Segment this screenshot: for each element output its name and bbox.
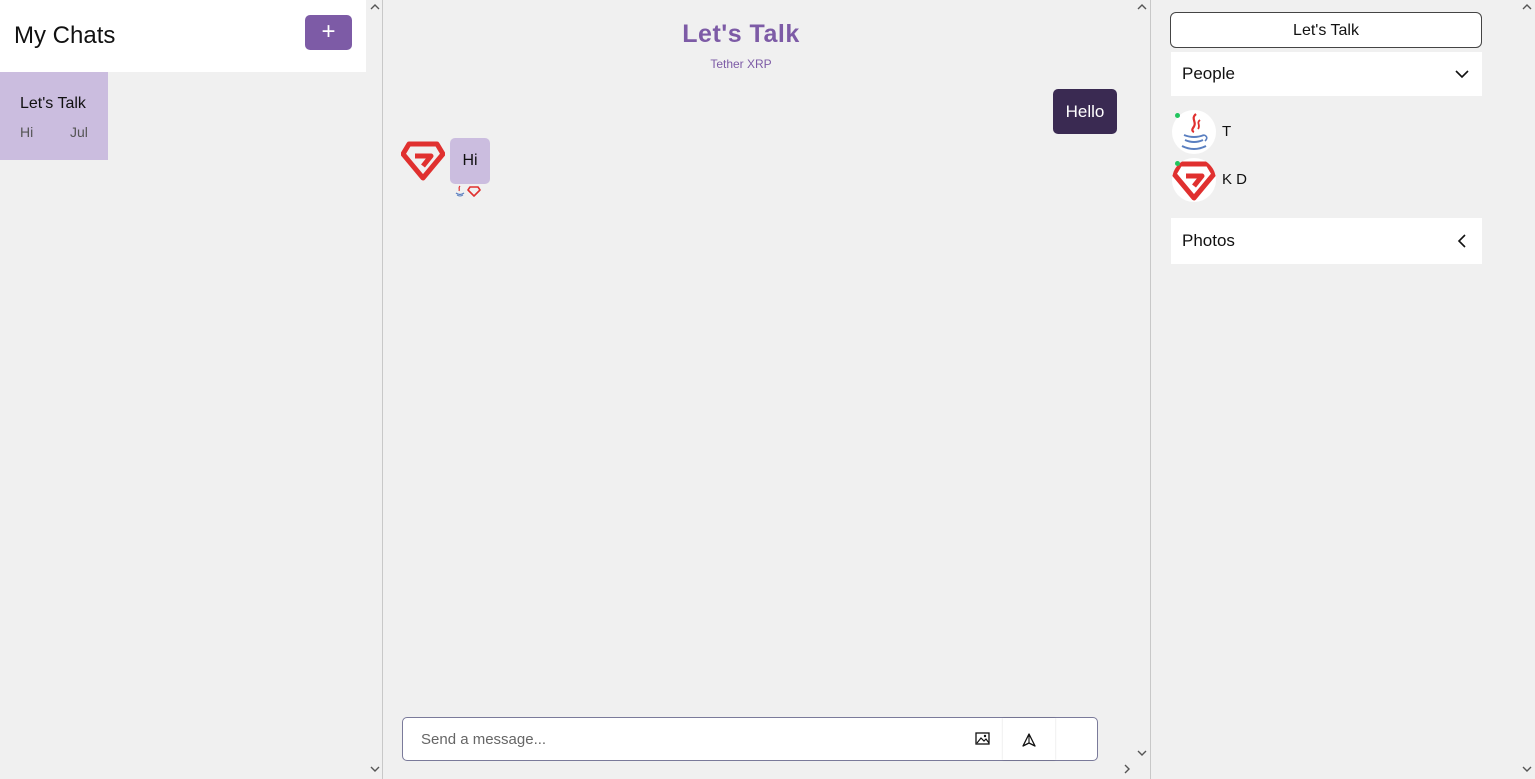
chat-item-last-message: Hi <box>20 124 34 140</box>
online-status-icon <box>1175 161 1180 166</box>
conversation-panel: Let's Talk Tether XRP Hello Hi <box>384 0 1151 779</box>
chat-app: My Chats + Let's Talk Hi Jul Let's Talk … <box>0 0 1535 779</box>
details-panel: Let's Talk People T K D Photos <box>1152 0 1535 779</box>
online-status-icon <box>1175 113 1180 118</box>
person-item[interactable]: T <box>1172 110 1372 154</box>
ruby-logo-icon <box>400 140 446 182</box>
person-name: K D <box>1222 171 1248 188</box>
incoming-message: Hi <box>450 138 490 184</box>
scroll-right-icon[interactable] <box>1121 764 1133 776</box>
person-name: T <box>1222 123 1232 140</box>
chat-list-item[interactable]: Let's Talk Hi Jul <box>0 72 108 160</box>
image-upload-icon[interactable] <box>975 732 991 748</box>
message-input[interactable] <box>421 728 961 750</box>
send-icon <box>1021 733 1037 747</box>
chat-list-title: My Chats <box>14 22 116 49</box>
read-receipts <box>454 184 484 197</box>
scroll-down-icon[interactable] <box>1136 749 1148 761</box>
person-item[interactable]: K D <box>1172 158 1372 202</box>
chevron-left-icon <box>1454 233 1470 249</box>
scroll-up-icon[interactable] <box>369 3 381 15</box>
outgoing-message: Hello <box>1053 89 1117 134</box>
read-receipt-avatars-icon <box>455 185 481 197</box>
scroll-up-icon[interactable] <box>1136 3 1148 15</box>
chat-list-header: My Chats + <box>0 0 366 72</box>
scroll-down-icon[interactable] <box>369 765 381 777</box>
conversation-title: Let's Talk <box>682 20 800 48</box>
photos-label: Photos <box>1182 231 1235 250</box>
scroll-down-icon[interactable] <box>1521 765 1533 777</box>
chat-list-panel: My Chats + Let's Talk Hi Jul <box>0 0 383 779</box>
conversation-members: Tether XRP <box>710 57 772 71</box>
details-title: Let's Talk <box>1170 12 1482 48</box>
photos-accordion-header[interactable]: Photos <box>1171 218 1482 264</box>
people-accordion-header[interactable]: People <box>1171 52 1482 96</box>
send-button[interactable] <box>1003 718 1055 760</box>
chevron-down-icon <box>1454 66 1470 82</box>
chat-item-date: Jul <box>70 124 88 140</box>
new-chat-button[interactable]: + <box>305 15 352 50</box>
people-label: People <box>1182 64 1235 83</box>
chat-item-name: Let's Talk <box>20 95 86 112</box>
message-composer <box>402 717 1098 761</box>
scroll-up-icon[interactable] <box>1521 3 1533 15</box>
